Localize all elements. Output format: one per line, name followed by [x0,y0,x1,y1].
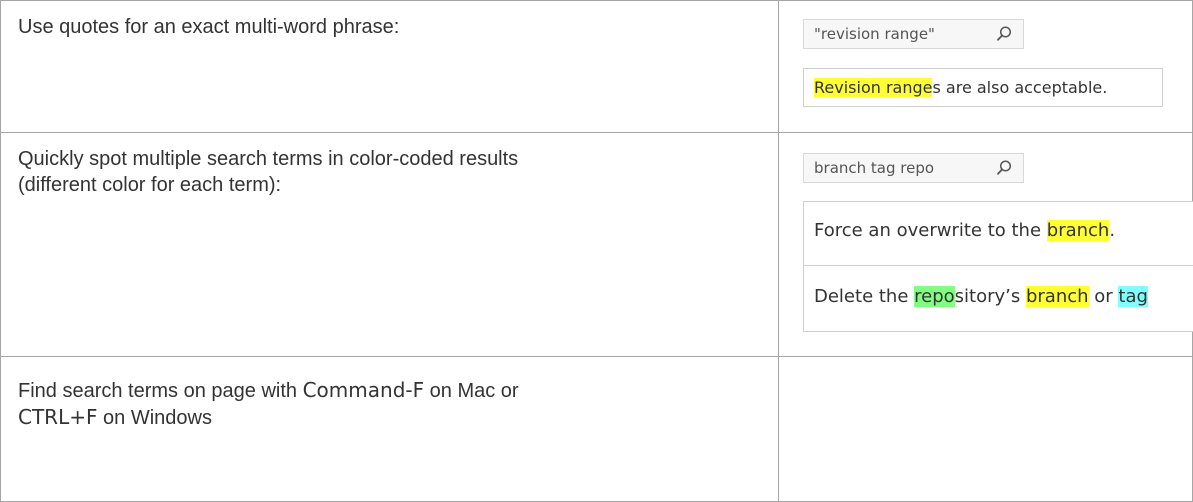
tip-example-empty [778,356,1193,502]
highlighted-term: repo [914,286,955,307]
result-text: sitory’s [954,286,1026,307]
tip-text-line: Find search terms on page with Command-F… [18,377,763,404]
tip-example: branch tag repo Force an overwrite to th… [778,132,1193,357]
result-line: Force an overwrite to the branch. [804,202,1193,266]
result-text: Delete the [814,286,915,307]
highlighted-term: tag [1118,286,1148,307]
result-text: . [1109,220,1116,241]
tip-text-line: CTRL+F on Windows [18,404,763,431]
tip-description: Quickly spot multiple search terms in co… [0,132,779,357]
tip-text-line: (different color for each term): [18,174,282,196]
highlighted-term: branch [1046,220,1110,241]
tip-text: on Windows [97,407,212,429]
search-icon[interactable] [985,20,1023,48]
highlighted-term: branch [1025,286,1089,307]
tip-text: Use quotes for an exact multi-word phras… [18,16,400,38]
search-query: "revision range" [814,25,935,43]
tip-description: Find search terms on page with Command-F… [0,356,779,502]
shortcut-mac: Command-F [302,378,425,402]
highlighted-term: Revision range [814,78,933,97]
tips-row-color-coded: Quickly spot multiple search terms in co… [0,132,1193,357]
search-icon[interactable] [985,154,1023,182]
result-line: Delete the repository’s branch or tag [804,266,1193,331]
tip-text: on Mac or [424,380,519,402]
search-query: branch tag repo [814,159,935,177]
tips-table: Use quotes for an exact multi-word phras… [0,0,1193,502]
tip-example: "revision range" Revision ranges are als… [778,0,1193,133]
tip-description: Use quotes for an exact multi-word phras… [0,0,779,133]
tips-row-exact-phrase: Use quotes for an exact multi-word phras… [0,0,1193,133]
result-line: Revision ranges are also acceptable. [804,69,1162,106]
shortcut-windows: CTRL+F [18,405,98,429]
result-text: s are also acceptable. [932,78,1108,97]
result-text: Force an overwrite to the [814,220,1047,241]
tips-row-find-on-page: Find search terms on page with Command-F… [0,356,1193,502]
search-box[interactable]: branch tag repo [803,153,1024,183]
tip-text: Find search terms on page with [18,380,303,402]
search-box[interactable]: "revision range" [803,19,1024,49]
result-text: or [1088,286,1119,307]
search-results: Force an overwrite to the branch. Delete… [803,201,1193,332]
search-result: Revision ranges are also acceptable. [803,68,1163,107]
tip-text-line: Quickly spot multiple search terms in co… [18,148,519,170]
